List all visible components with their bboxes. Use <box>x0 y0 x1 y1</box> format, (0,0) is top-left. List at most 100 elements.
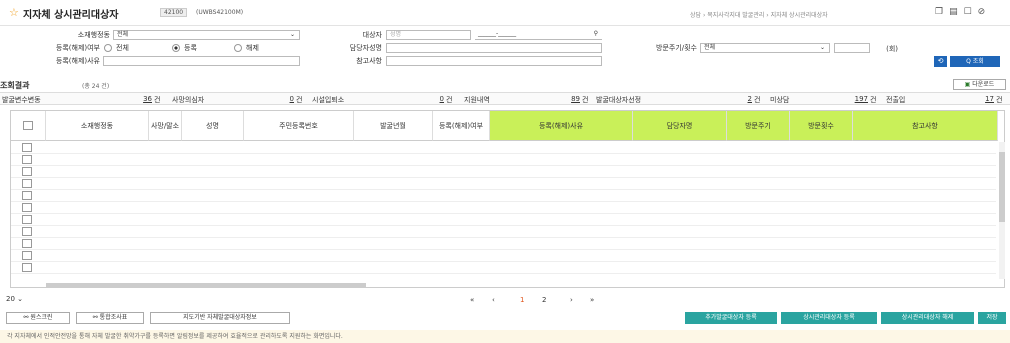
row-checkbox[interactable] <box>22 227 32 236</box>
register-button[interactable]: 상시관리대상자 등록 <box>781 312 877 324</box>
one-screen-button[interactable]: ⚯ 원스크린 <box>6 312 70 324</box>
target-name-input[interactable]: 성명 <box>386 30 471 40</box>
integrated-survey-button[interactable]: ⚯ 통합조사표 <box>76 312 144 324</box>
map-info-button[interactable]: 지도기반 자체발굴대상자정보 <box>150 312 290 324</box>
table-row[interactable] <box>11 178 996 190</box>
table-row[interactable] <box>11 214 996 226</box>
screen-code-badge: 42100 <box>160 8 188 17</box>
col-note[interactable]: 참고사항 <box>853 111 998 141</box>
reset-button[interactable]: ⟲ <box>934 56 947 67</box>
stat-value[interactable]: 0 <box>430 95 444 103</box>
table-row[interactable] <box>11 250 996 262</box>
stat-value[interactable]: 89 <box>562 95 580 103</box>
search-button[interactable]: Q 조회 <box>950 56 1000 67</box>
col-death[interactable]: 사망/말소 <box>149 111 182 141</box>
col-name[interactable]: 성명 <box>182 111 244 141</box>
stat-unit: 건 <box>870 96 877 104</box>
row-checkbox[interactable] <box>22 239 32 248</box>
chevron-down-icon: ⌄ <box>289 31 295 38</box>
col-discovery-month[interactable]: 발굴년월 <box>354 111 433 141</box>
page-1[interactable]: 1 <box>520 296 524 304</box>
radio-circle-icon <box>104 44 112 52</box>
stat-label: 발굴대상자선정 <box>596 96 642 104</box>
page-2[interactable]: 2 <box>542 296 546 304</box>
screen-code: (UWBS42100M) <box>196 9 244 16</box>
print-icon[interactable]: ▤ <box>949 7 964 17</box>
note-input[interactable] <box>386 56 602 66</box>
stat-label: 전출입 <box>886 96 906 104</box>
row-checkbox[interactable] <box>22 155 32 164</box>
horizontal-scrollbar[interactable] <box>46 283 366 287</box>
row-checkbox[interactable] <box>22 263 32 272</box>
radio-released[interactable]: 해제 <box>234 43 259 53</box>
row-checkbox[interactable] <box>22 203 32 212</box>
stat-value[interactable]: 17 <box>980 95 994 103</box>
col-manager[interactable]: 담당자명 <box>633 111 727 141</box>
row-checkbox[interactable] <box>22 215 32 224</box>
table-row[interactable] <box>11 262 996 274</box>
window-icon[interactable]: ☐ <box>964 7 978 17</box>
next-page-button[interactable]: › <box>570 296 573 304</box>
release-button[interactable]: 상시관리대상자 해제 <box>881 312 974 324</box>
stat-value[interactable]: 197 <box>846 95 868 103</box>
col-reg-status[interactable]: 등록(해제)여부 <box>433 111 490 141</box>
first-page-button[interactable]: « <box>470 296 474 304</box>
stat-value[interactable]: 36 <box>130 95 152 103</box>
table-row[interactable] <box>11 190 996 202</box>
last-page-button[interactable]: » <box>590 296 594 304</box>
table-row[interactable] <box>11 238 996 250</box>
radio-registered[interactable]: 등록 <box>172 43 197 53</box>
table-row[interactable] <box>11 202 996 214</box>
help-icon[interactable]: ⊘ <box>978 7 992 17</box>
table-row[interactable] <box>11 142 996 154</box>
visit-select[interactable]: 전체 ⌄ <box>700 43 830 53</box>
col-visit-count[interactable]: 방문횟수 <box>790 111 853 141</box>
excel-icon: ▣ <box>964 81 971 88</box>
favorite-icon[interactable]: ❐ <box>935 7 949 17</box>
header-checkbox-cell <box>11 111 46 141</box>
row-checkbox[interactable] <box>22 191 32 200</box>
stat-unit: 건 <box>296 96 303 104</box>
select-all-checkbox[interactable] <box>23 121 33 130</box>
stat-unit: 건 <box>154 96 161 104</box>
link-icon: ⚯ <box>92 314 98 321</box>
row-checkbox[interactable] <box>22 143 32 152</box>
target-id-input[interactable]: ______-______ ⚲ <box>475 30 602 40</box>
visit-count-input[interactable] <box>834 43 870 53</box>
chevron-down-icon: ⌄ <box>819 44 825 51</box>
radio-checked-icon <box>172 44 180 52</box>
scroll-thumb[interactable] <box>999 152 1005 222</box>
manager-input[interactable] <box>386 43 602 53</box>
target-label: 대상자 <box>362 31 382 39</box>
radio-all[interactable]: 전체 <box>104 43 129 53</box>
table-row[interactable] <box>11 154 996 166</box>
stat-value[interactable]: 0 <box>280 95 294 103</box>
row-checkbox[interactable] <box>22 251 32 260</box>
search-icon[interactable]: ⚲ <box>594 30 598 38</box>
vertical-scrollbar[interactable] <box>999 142 1005 279</box>
download-button[interactable]: ▣ 다운로드 <box>953 79 1006 90</box>
col-resident-id[interactable]: 주민등록번호 <box>244 111 354 141</box>
prev-page-button[interactable]: ‹ <box>492 296 495 304</box>
stat-label: 시설입퇴소 <box>312 96 345 104</box>
add-target-button[interactable]: 추가발굴대상자 등록 <box>685 312 777 324</box>
region-select[interactable]: 전체 ⌄ <box>113 30 300 40</box>
page-size-select[interactable]: 20 ⌄ <box>6 295 23 303</box>
col-visit-cycle[interactable]: 방문주기 <box>727 111 790 141</box>
row-checkbox[interactable] <box>22 179 32 188</box>
star-icon[interactable]: ☆ <box>9 6 19 19</box>
save-button[interactable]: 저장 <box>978 312 1006 324</box>
stat-value[interactable]: 2 <box>738 95 752 103</box>
chevron-down-icon: ⌄ <box>17 295 24 303</box>
col-reg-reason[interactable]: 등록(해제)사유 <box>490 111 633 141</box>
result-count: (총 24 건) <box>82 83 110 90</box>
toolbar-icons: ❐▤☐⊘ <box>935 7 991 17</box>
col-region[interactable]: 소재행정동 <box>46 111 149 141</box>
table-row[interactable] <box>11 166 996 178</box>
reason-input[interactable] <box>103 56 300 66</box>
stats-bar: 발굴변수변동 36 건 사망의심자 0건 시설입퇴소 0건 지원내역 89 건 발굴… <box>0 92 1010 105</box>
row-checkbox[interactable] <box>22 167 32 176</box>
page-title: 지자체 상시관리대상자 <box>23 10 119 21</box>
stat-label: 지원내역 <box>464 96 490 104</box>
table-row[interactable] <box>11 226 996 238</box>
